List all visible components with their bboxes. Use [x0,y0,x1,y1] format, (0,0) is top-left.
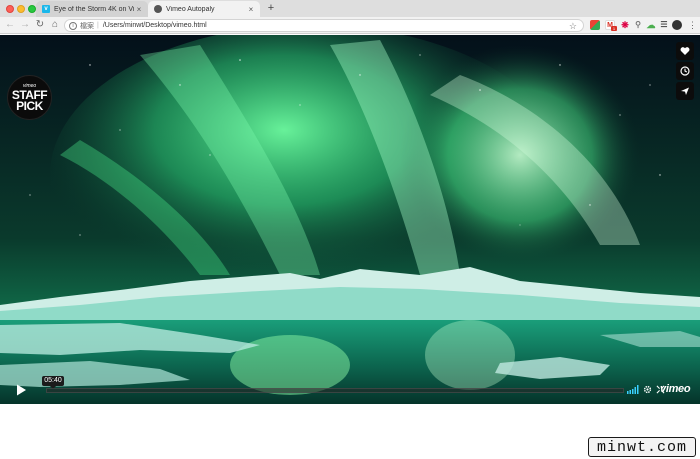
vimeo-logo[interactable]: vimeo [660,383,691,395]
extension-icon[interactable]: ⚲ [633,20,643,30]
watermark-text: minwt.com [596,438,687,456]
home-button[interactable]: ⌂ [49,19,61,31]
reader-icon[interactable]: ☰ [659,20,669,30]
reload-button[interactable]: ↻ [34,19,46,31]
aurora-video-frame [0,35,700,404]
gear-icon[interactable] [643,385,652,394]
play-icon[interactable] [14,383,28,397]
minimize-window-button[interactable] [17,5,25,13]
address-url: /Users/minwt/Desktop/vimeo.html [102,22,207,29]
volume-icon[interactable] [627,385,639,394]
tab-title: Eye of the Storm 4K on Vimeo [54,5,134,13]
browser-toolbar: ← → ↻ ⌂ i 檔案 | /Users/minwt/Desktop/vime… [0,17,700,34]
progress-bar[interactable] [46,388,624,393]
address-separator: | [97,22,99,29]
cloud-icon[interactable]: ☁ [646,20,656,30]
time-display: 05:40 [42,376,64,389]
close-tab-icon[interactable]: × [246,5,256,14]
video-player[interactable]: vimeo STAFF PICK [0,35,700,404]
bookmark-star-icon[interactable]: ☆ [569,21,577,32]
tab-vimeo-eye-of-storm[interactable]: v Eye of the Storm 4K on Vimeo × [36,1,148,17]
address-scheme: 檔案 [80,22,94,30]
tab-bar: v Eye of the Storm 4K on Vimeo × Vimeo A… [0,0,700,17]
new-tab-button[interactable]: + [265,2,277,14]
staff-pick-line-2: PICK [16,99,43,113]
close-window-button[interactable] [6,5,14,13]
close-tab-icon[interactable]: × [134,5,144,14]
extension-icon[interactable]: ❋ [620,20,630,30]
info-icon[interactable]: i [69,21,77,30]
heart-icon [680,47,690,55]
globe-icon [154,5,162,13]
clock-icon [680,66,690,76]
menu-icon[interactable]: ⋮ [688,19,697,31]
staff-pick-badge: vimeo STAFF PICK [7,75,52,120]
maximize-window-button[interactable] [28,5,36,13]
tab-title: Vimeo Autopaly [166,5,215,13]
like-button[interactable] [676,42,694,60]
notification-badge: 1 [611,26,617,31]
watermark-logo: minwt.com [588,437,696,457]
player-controls: 05:40 vimeo [6,376,698,401]
back-button[interactable]: ← [4,19,16,31]
extension-icon[interactable] [590,20,600,30]
tab-vimeo-autopaly[interactable]: Vimeo Autopaly × [148,1,260,17]
avatar[interactable] [672,20,682,30]
forward-button[interactable]: → [19,19,31,31]
paper-plane-icon [681,87,689,95]
vimeo-icon: v [42,5,50,13]
watch-later-button[interactable] [676,62,694,80]
share-button[interactable] [676,82,694,100]
address-bar[interactable]: i 檔案 | /Users/minwt/Desktop/vimeo.html ☆ [64,19,584,32]
